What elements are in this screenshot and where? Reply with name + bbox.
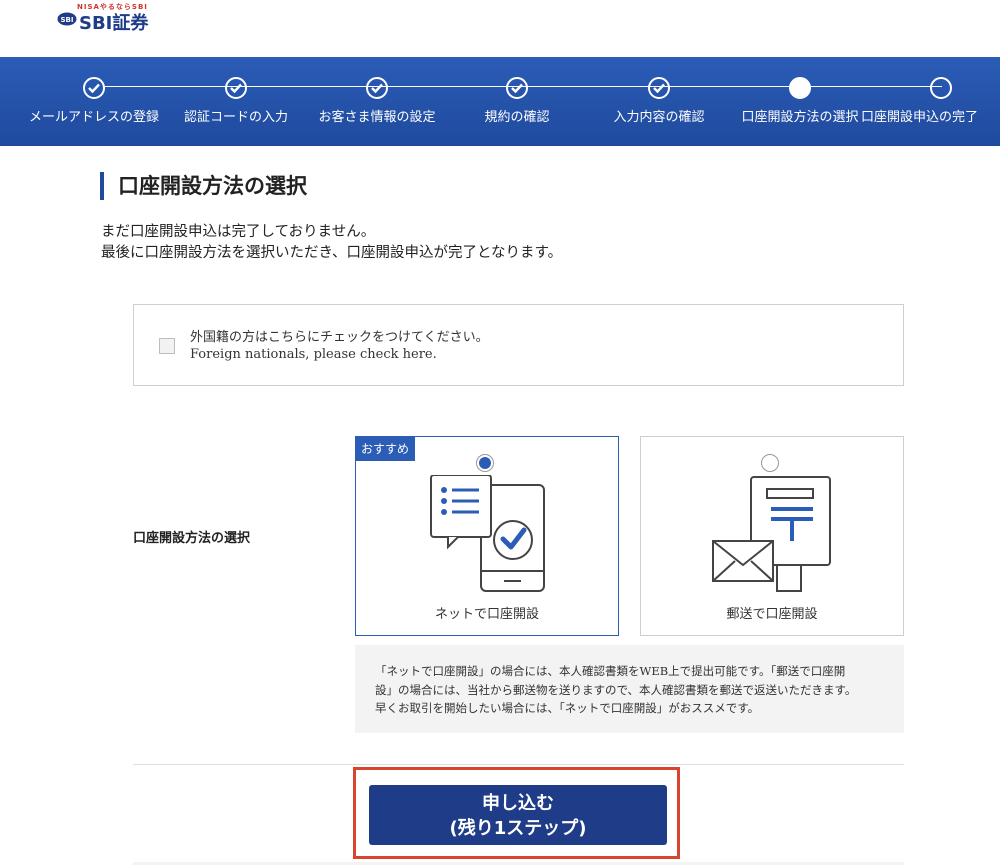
svg-text:SBI: SBI: [61, 16, 74, 24]
intro-line-2: 最後に口座開設方法を選択いただき、口座開設申込が完了となります。: [101, 245, 563, 261]
recommended-badge: おすすめ: [355, 436, 416, 461]
check-circle-icon: [225, 77, 247, 99]
sbi-mark-icon: SBI: [57, 12, 77, 26]
logo-brand: SBI証券: [79, 13, 149, 34]
method-label: 口座開設方法の選択: [133, 531, 251, 546]
check-circle-icon: [648, 77, 670, 99]
sbi-logo[interactable]: NISAやるならSBI SBI SBI証券: [57, 2, 167, 34]
online-opening-option[interactable]: おすすめ ネットで口座開設: [355, 436, 619, 636]
foreign-nationals-checkbox[interactable]: [159, 338, 175, 354]
step-label: 認証コードの入力: [183, 110, 288, 125]
step-label: 規約の確認: [484, 110, 550, 125]
foreign-nationals-label-ja: 外国籍の方はこちらにチェックをつけてください。: [190, 330, 489, 345]
postal-opening-caption: 郵送で口座開設: [726, 607, 818, 622]
step-label: 口座開設方法の選択: [741, 110, 859, 125]
note-line: 設」の場合には、当社から郵送物を送りますので、本人確認書類を郵送で返送いただきま…: [375, 682, 857, 697]
smartphone-checkmark-icon: [430, 475, 545, 592]
online-opening-caption: ネットで口座開設: [434, 607, 539, 622]
step-label: 口座開設申込の完了: [861, 110, 979, 125]
apply-button-label: 申し込む: [482, 793, 554, 814]
foreign-nationals-box[interactable]: 外国籍の方はこちらにチェックをつけてください。 Foreign national…: [133, 304, 904, 386]
note-line: 「ネットで口座開設」の場合には、本人確認書類をWEB上で提出可能です。「郵送で口…: [375, 664, 846, 678]
apply-button[interactable]: 申し込む (残り1ステップ): [369, 785, 667, 845]
check-circle-icon: [83, 77, 105, 99]
current-step-circle-icon: [789, 77, 811, 99]
apply-button-sublabel: (残り1ステップ): [449, 818, 587, 839]
method-note: 「ネットで口座開設」の場合には、本人確認書類をWEB上で提出可能です。「郵送で口…: [355, 645, 904, 733]
intro-text: まだ口座開設申込は完了しておりません。 最後に口座開設方法を選択いただき、口座開…: [101, 222, 562, 264]
foreign-nationals-label-en: Foreign nationals, please check here.: [190, 347, 437, 362]
intro-line-1: まだ口座開設申込は完了しておりません。: [101, 224, 376, 240]
pending-step-circle-icon: [930, 77, 952, 99]
postal-opening-option[interactable]: 郵送で口座開設: [640, 436, 904, 636]
step-label: メールアドレスの登録: [28, 110, 159, 125]
check-circle-icon: [366, 77, 388, 99]
progress-stepper: メールアドレスの登録 認証コードの入力 お客さま情報の設定 規約の確認 入力内容…: [0, 57, 1000, 146]
online-opening-radio[interactable]: [476, 454, 494, 472]
check-circle-icon: [506, 77, 528, 99]
post-envelope-icon: [712, 476, 831, 592]
page-title: 口座開設方法の選択: [100, 172, 307, 200]
step-label: 入力内容の確認: [613, 110, 705, 125]
postal-opening-radio[interactable]: [761, 454, 779, 472]
step-label: お客さま情報の設定: [318, 110, 436, 125]
divider: [133, 764, 904, 765]
note-line: 早くお取引を開始したい場合には、「ネットで口座開設」がおススメです。: [375, 701, 760, 715]
